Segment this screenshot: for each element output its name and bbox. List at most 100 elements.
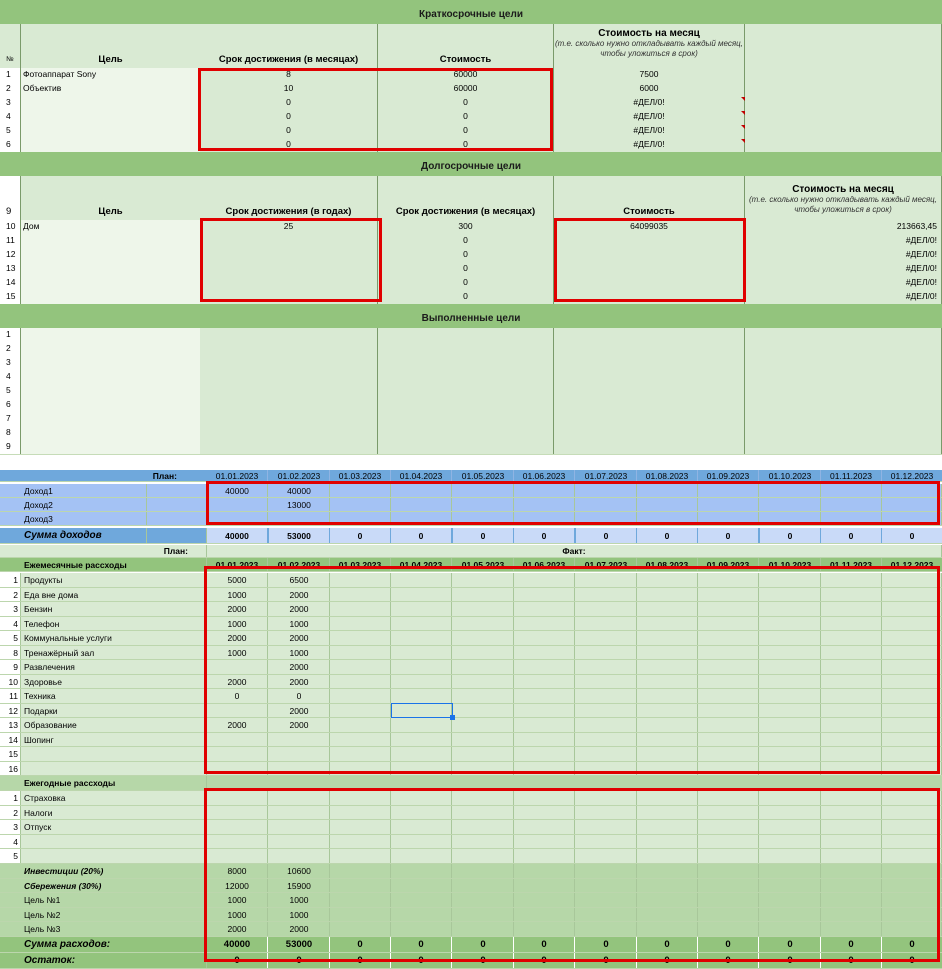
expense-cell[interactable]	[207, 732, 268, 746]
long-term-cell-cost[interactable]	[554, 290, 745, 304]
expense-cell[interactable]	[453, 761, 514, 775]
short-term-cell-monthly[interactable]: #ДЕЛ/0!	[554, 138, 745, 152]
expense-cell[interactable]	[514, 849, 575, 863]
expense-cell[interactable]	[207, 849, 268, 863]
short-term-cell-cost[interactable]: 0	[378, 124, 554, 138]
long-term-cell-n[interactable]: 13	[0, 262, 21, 276]
expense-cell[interactable]	[576, 718, 637, 732]
short-term-cell-cost[interactable]: 60000	[378, 68, 554, 82]
expense-cell[interactable]	[882, 718, 942, 732]
expense-cell[interactable]: 2000	[207, 631, 268, 645]
savings-cell[interactable]: 2000	[269, 922, 330, 936]
expense-cell[interactable]	[391, 573, 452, 587]
savings-cell[interactable]: 2000	[207, 922, 268, 936]
short-term-cell-goal[interactable]	[21, 96, 201, 110]
short-term-row[interactable]: 2 Объектив 10 60000 6000	[0, 82, 942, 97]
expense-cell[interactable]	[698, 631, 759, 645]
expense-cell[interactable]	[821, 732, 882, 746]
savings-cell[interactable]	[330, 907, 391, 921]
income-cell[interactable]	[576, 498, 637, 511]
long-term-cell-months[interactable]: 0	[378, 290, 554, 304]
expense-cell[interactable]	[576, 573, 637, 587]
income-row[interactable]: Доход1 40000 40000	[0, 484, 942, 498]
done-goal-row[interactable]: 4	[0, 370, 942, 385]
long-term-cell-cost[interactable]	[554, 276, 745, 290]
short-term-cell-term[interactable]: 10	[200, 82, 378, 96]
expense-cell[interactable]	[514, 602, 575, 616]
savings-cell[interactable]	[576, 922, 637, 936]
expense-cell[interactable]	[637, 805, 698, 819]
expense-cell[interactable]	[453, 660, 514, 674]
savings-cell[interactable]	[391, 893, 452, 907]
expense-cell[interactable]	[637, 645, 698, 659]
expense-cell[interactable]	[637, 820, 698, 834]
short-term-row[interactable]: 5 0 0 #ДЕЛ/0!	[0, 124, 942, 139]
expense-cell[interactable]	[514, 820, 575, 834]
expense-cell[interactable]	[698, 820, 759, 834]
expense-cell[interactable]	[760, 718, 821, 732]
expense-cell[interactable]	[391, 616, 452, 630]
savings-cell[interactable]	[576, 893, 637, 907]
done-goal-row[interactable]: 2	[0, 342, 942, 357]
expense-cell[interactable]	[453, 602, 514, 616]
expense-cell[interactable]	[821, 602, 882, 616]
short-term-cell-blank[interactable]	[745, 96, 942, 110]
monthly-expense-row[interactable]: 2 Еда вне дома 1000 2000	[0, 587, 942, 602]
expense-cell[interactable]	[576, 674, 637, 688]
savings-cell[interactable]	[760, 864, 821, 878]
expense-cell[interactable]	[330, 573, 391, 587]
expense-cell[interactable]	[453, 587, 514, 601]
expense-cell[interactable]	[330, 645, 391, 659]
savings-cell[interactable]	[637, 922, 698, 936]
expense-cell[interactable]	[269, 834, 330, 848]
expense-cell[interactable]	[637, 718, 698, 732]
expense-label[interactable]: Продукты	[21, 573, 207, 587]
expense-cell[interactable]	[882, 732, 942, 746]
savings-cell[interactable]	[453, 907, 514, 921]
short-term-cell-blank[interactable]	[745, 138, 942, 152]
short-term-cell-monthly[interactable]: #ДЕЛ/0!	[554, 124, 745, 138]
done-goal-cell[interactable]	[21, 426, 201, 440]
savings-cell[interactable]	[391, 878, 452, 892]
short-term-cell-cost[interactable]: 0	[378, 110, 554, 124]
long-term-row[interactable]: 15 0 #ДЕЛ/0!	[0, 290, 942, 305]
income-cell[interactable]	[821, 512, 882, 525]
done-goal-cell[interactable]	[554, 384, 745, 398]
done-goal-cell[interactable]	[554, 342, 745, 356]
expense-cell[interactable]	[391, 631, 452, 645]
expense-cell[interactable]: 2000	[269, 660, 330, 674]
expense-cell[interactable]	[698, 761, 759, 775]
done-goal-cell[interactable]: 7	[0, 412, 21, 426]
expense-cell[interactable]	[453, 674, 514, 688]
expense-cell[interactable]	[821, 718, 882, 732]
savings-cell[interactable]	[576, 878, 637, 892]
expense-cell[interactable]	[882, 761, 942, 775]
done-goal-cell[interactable]: 8	[0, 426, 21, 440]
done-goal-cell[interactable]	[554, 398, 745, 412]
done-goal-cell[interactable]	[200, 398, 378, 412]
expense-cell[interactable]	[330, 587, 391, 601]
monthly-expense-row[interactable]: 9 Развлечения 2000	[0, 660, 942, 675]
income-label[interactable]: Доход3	[22, 512, 147, 525]
yearly-expense-row[interactable]: 5	[0, 849, 942, 864]
long-term-cell-n[interactable]: 14	[0, 276, 21, 290]
expense-cell[interactable]	[637, 616, 698, 630]
expense-label[interactable]: Налоги	[21, 805, 207, 819]
expense-cell[interactable]	[760, 631, 821, 645]
short-term-cell-blank[interactable]	[745, 110, 942, 124]
income-cell[interactable]	[330, 498, 391, 511]
long-term-cell-goal[interactable]	[21, 248, 201, 262]
plan-cell[interactable]	[147, 484, 207, 497]
expense-cell[interactable]	[453, 573, 514, 587]
savings-cell[interactable]	[882, 893, 942, 907]
savings-cell[interactable]	[760, 878, 821, 892]
expense-cell[interactable]	[330, 718, 391, 732]
income-cell[interactable]	[882, 484, 942, 497]
savings-cell[interactable]	[821, 907, 882, 921]
income-cell[interactable]	[453, 484, 514, 497]
expense-cell[interactable]	[821, 689, 882, 703]
expense-cell[interactable]	[882, 645, 942, 659]
expense-cell[interactable]	[698, 805, 759, 819]
long-term-cell-goal[interactable]	[21, 290, 201, 304]
short-term-cell-monthly[interactable]: #ДЕЛ/0!	[554, 110, 745, 124]
